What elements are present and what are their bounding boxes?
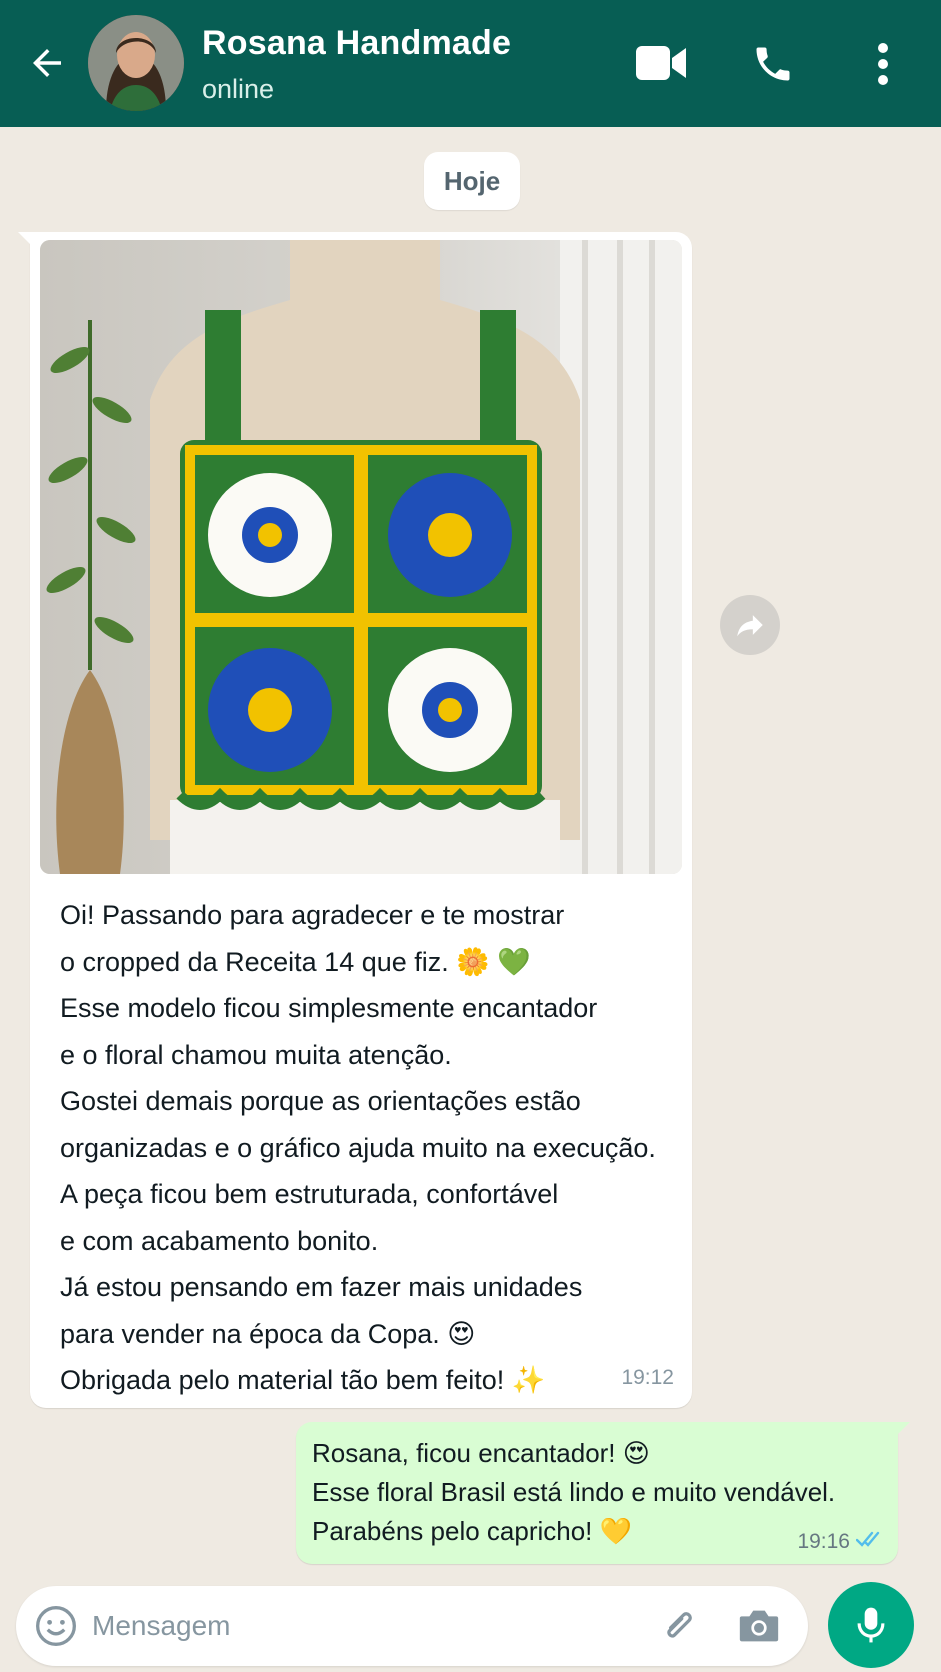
double-check-read-icon [855,1530,884,1554]
message-meta: 19:16 [797,1530,884,1554]
message-line: e o floral chamou muita atenção. [60,1039,452,1070]
message-line: para vender na época da Copa. 😍 [60,1318,476,1349]
attach-icon[interactable] [656,1604,700,1648]
microphone-icon[interactable] [828,1582,914,1668]
forward-icon[interactable] [720,595,780,655]
video-call-icon[interactable] [630,38,694,88]
more-options-icon[interactable] [862,36,904,92]
date-separator: Hoje [424,152,520,210]
incoming-message-text: Oi! Passando para agradecer e te mostrar… [60,892,680,1404]
message-composer [16,1586,808,1666]
message-photo[interactable] [40,240,682,874]
message-line: Obrigada pelo material tão bem feito! ✨ [60,1365,546,1395]
contact-name[interactable]: Rosana Handmade [202,24,511,63]
message-line: Esse modelo ficou simplesmente encantado… [60,993,598,1023]
message-line: Esse floral Brasil está lindo e muito ve… [312,1477,836,1507]
outgoing-message-bubble[interactable]: Rosana, ficou encantador! 😍 Esse floral … [296,1422,910,1564]
avatar[interactable] [88,15,184,111]
message-time: 19:12 [621,1366,674,1389]
message-input[interactable] [92,1598,632,1654]
camera-icon[interactable] [736,1604,782,1648]
back-arrow-icon[interactable] [22,38,72,88]
message-line: Gostei demais porque as orientações estã… [60,1086,581,1116]
incoming-message-bubble[interactable]: Oi! Passando para agradecer e te mostrar… [18,232,692,1408]
message-line: organizadas e o gráfico ajuda muito na e… [60,1132,656,1163]
message-line: Já estou pensando em fazer mais unidades [60,1272,583,1302]
emoji-icon[interactable] [34,1604,78,1648]
contact-status: online [202,74,275,104]
phone-call-icon[interactable] [745,36,801,92]
chat-header: Rosana Handmade online [0,0,941,127]
message-line: o cropped da Receita 14 que fiz. 🌼 💚 [60,946,531,977]
message-time: 19:16 [797,1530,850,1553]
message-line: Oi! Passando para agradecer e te mostrar [60,900,565,930]
message-line: A peça ficou bem estruturada, confortáve… [60,1179,559,1209]
message-line: Rosana, ficou encantador! 😍 [312,1438,650,1468]
message-line: e com acabamento bonito. [60,1225,379,1256]
